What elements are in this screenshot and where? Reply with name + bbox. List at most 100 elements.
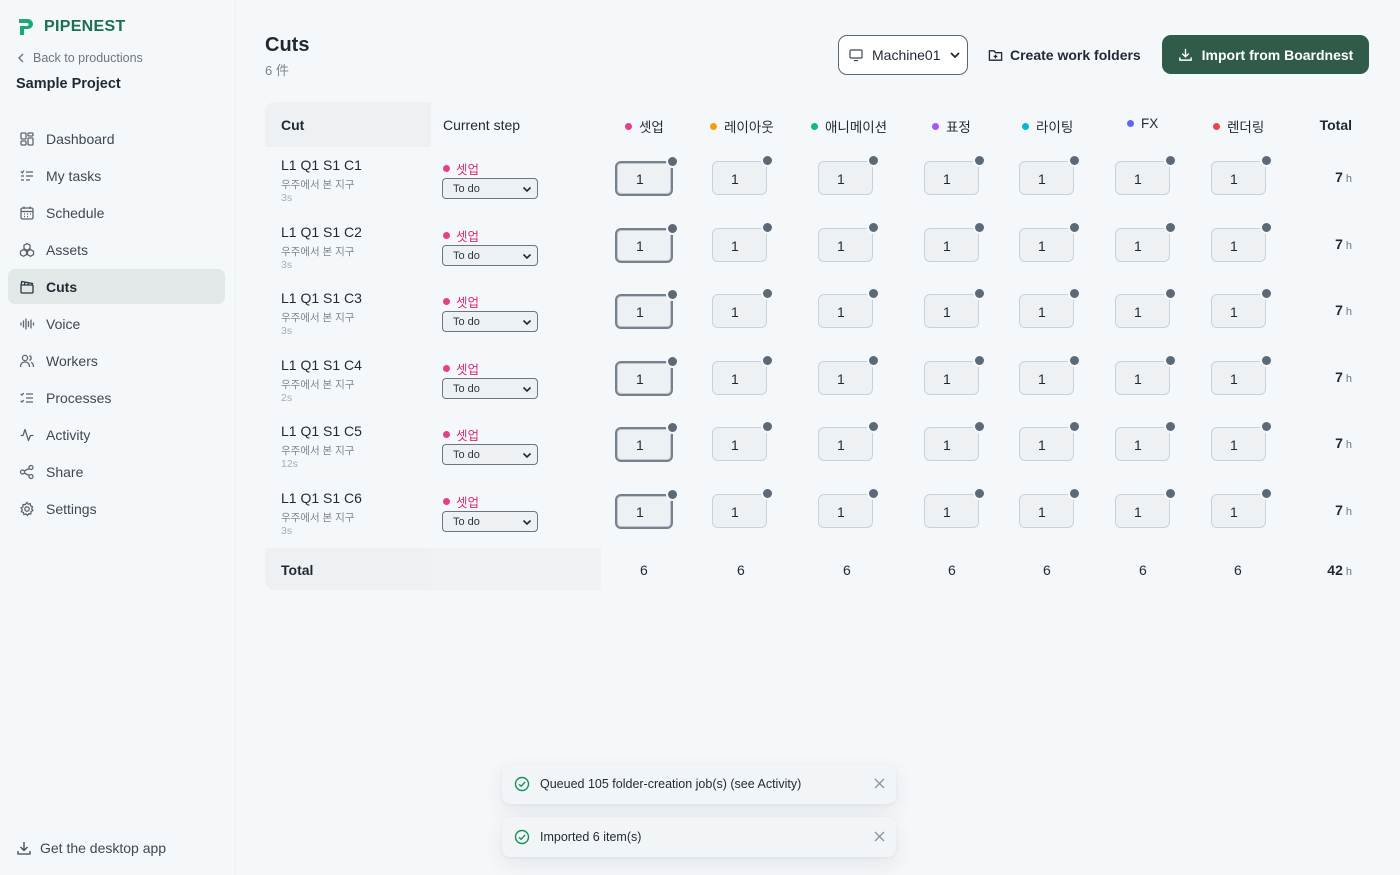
assignee-dot[interactable]: [867, 154, 880, 167]
sidebar-item-settings[interactable]: Settings: [8, 491, 225, 526]
step-hours-input[interactable]: 1: [1115, 154, 1177, 195]
assignee-dot[interactable]: [973, 420, 986, 433]
sidebar-item-my-tasks[interactable]: My tasks: [8, 158, 225, 193]
assignee-dot[interactable]: [1068, 220, 1081, 234]
app-logo[interactable]: PIPENEST: [16, 17, 126, 37]
cut-name[interactable]: L1 Q1 S1 C5: [281, 423, 362, 439]
assignee-dot[interactable]: [1068, 154, 1081, 167]
step-hours-input[interactable]: 1: [712, 287, 774, 328]
assignee-dot[interactable]: [1068, 287, 1081, 300]
assignee-dot[interactable]: [1164, 420, 1177, 433]
step-hours-input[interactable]: 1: [1019, 154, 1081, 195]
step-hours-input[interactable]: 1: [818, 486, 880, 528]
step-hours-input[interactable]: 1: [615, 221, 679, 263]
sidebar-item-voice[interactable]: Voice: [8, 306, 225, 341]
sidebar-item-cuts[interactable]: Cuts: [8, 269, 225, 304]
step-hours-input[interactable]: 1: [1115, 220, 1177, 262]
assignee-dot[interactable]: [1164, 220, 1177, 234]
step-hours-input[interactable]: 1: [712, 220, 774, 262]
assignee-dot[interactable]: [867, 486, 880, 500]
assignee-dot[interactable]: [973, 287, 986, 300]
assignee-dot[interactable]: [1164, 486, 1177, 500]
assignee-dot[interactable]: [666, 288, 679, 301]
import-from-boardnest-button[interactable]: Import from Boardnest: [1162, 35, 1369, 74]
step-hours-input[interactable]: 1: [712, 486, 774, 528]
assignee-dot[interactable]: [666, 221, 679, 235]
close-icon[interactable]: [874, 778, 885, 789]
assignee-dot[interactable]: [867, 420, 880, 433]
assignee-dot[interactable]: [666, 421, 679, 434]
assignee-dot[interactable]: [1068, 353, 1081, 367]
step-hours-input[interactable]: 1: [818, 287, 880, 328]
assignee-dot[interactable]: [867, 287, 880, 300]
step-hours-input[interactable]: 1: [1019, 420, 1081, 461]
sidebar-item-workers[interactable]: Workers: [8, 343, 225, 378]
step-hours-input[interactable]: 1: [818, 420, 880, 461]
assignee-dot[interactable]: [1164, 154, 1177, 167]
create-work-folders-button[interactable]: Create work folders: [988, 44, 1141, 66]
step-hours-input[interactable]: 1: [818, 353, 880, 395]
cut-name[interactable]: L1 Q1 S1 C3: [281, 290, 362, 306]
cut-name[interactable]: L1 Q1 S1 C4: [281, 357, 362, 373]
step-hours-input[interactable]: 1: [1211, 287, 1273, 328]
assignee-dot[interactable]: [666, 155, 679, 168]
step-hours-input[interactable]: 1: [1211, 154, 1273, 195]
status-select[interactable]: To do: [442, 178, 538, 199]
step-hours-input[interactable]: 1: [615, 421, 679, 462]
assignee-dot[interactable]: [666, 487, 679, 501]
assignee-dot[interactable]: [1260, 220, 1273, 234]
step-hours-input[interactable]: 1: [1019, 353, 1081, 395]
cut-name[interactable]: L1 Q1 S1 C6: [281, 490, 362, 506]
step-hours-input[interactable]: 1: [924, 154, 986, 195]
assignee-dot[interactable]: [973, 220, 986, 234]
step-hours-input[interactable]: 1: [1115, 287, 1177, 328]
step-hours-input[interactable]: 1: [1115, 353, 1177, 395]
status-select[interactable]: To do: [442, 510, 538, 532]
status-select[interactable]: To do: [442, 311, 538, 332]
machine-select[interactable]: Machine01: [838, 35, 968, 75]
step-hours-input[interactable]: 1: [712, 420, 774, 461]
assignee-dot[interactable]: [973, 486, 986, 500]
step-hours-input[interactable]: 1: [1211, 220, 1273, 262]
assignee-dot[interactable]: [666, 354, 679, 368]
sidebar-item-dashboard[interactable]: Dashboard: [8, 121, 225, 156]
cut-name[interactable]: L1 Q1 S1 C2: [281, 224, 362, 240]
step-hours-input[interactable]: 1: [1115, 486, 1177, 528]
assignee-dot[interactable]: [1260, 154, 1273, 167]
step-hours-input[interactable]: 1: [615, 487, 679, 529]
step-hours-input[interactable]: 1: [924, 287, 986, 328]
step-hours-input[interactable]: 1: [615, 354, 679, 396]
step-hours-input[interactable]: 1: [1019, 486, 1081, 528]
assignee-dot[interactable]: [1260, 486, 1273, 500]
assignee-dot[interactable]: [761, 287, 774, 300]
step-hours-input[interactable]: 1: [924, 220, 986, 262]
sidebar-item-activity[interactable]: Activity: [8, 417, 225, 452]
sidebar-item-assets[interactable]: Assets: [8, 232, 225, 267]
assignee-dot[interactable]: [867, 353, 880, 367]
assignee-dot[interactable]: [1260, 353, 1273, 367]
step-hours-input[interactable]: 1: [712, 353, 774, 395]
close-icon[interactable]: [874, 831, 885, 842]
assignee-dot[interactable]: [761, 220, 774, 234]
step-hours-input[interactable]: 1: [1211, 353, 1273, 395]
assignee-dot[interactable]: [1260, 420, 1273, 433]
assignee-dot[interactable]: [1260, 287, 1273, 300]
cut-name[interactable]: L1 Q1 S1 C1: [281, 157, 362, 173]
get-desktop-app-link[interactable]: Get the desktop app: [16, 840, 166, 856]
step-hours-input[interactable]: 1: [818, 220, 880, 262]
status-select[interactable]: To do: [442, 244, 538, 266]
status-select[interactable]: To do: [442, 377, 538, 399]
back-to-productions-link[interactable]: Back to productions: [17, 51, 143, 65]
step-hours-input[interactable]: 1: [1019, 287, 1081, 328]
step-hours-input[interactable]: 1: [1115, 420, 1177, 461]
assignee-dot[interactable]: [1164, 287, 1177, 300]
step-hours-input[interactable]: 1: [615, 155, 679, 196]
assignee-dot[interactable]: [1068, 486, 1081, 500]
step-hours-input[interactable]: 1: [1211, 486, 1273, 528]
step-hours-input[interactable]: 1: [615, 288, 679, 329]
sidebar-item-share[interactable]: Share: [8, 454, 225, 489]
sidebar-item-processes[interactable]: Processes: [8, 380, 225, 415]
step-hours-input[interactable]: 1: [924, 486, 986, 528]
assignee-dot[interactable]: [1068, 420, 1081, 433]
assignee-dot[interactable]: [1164, 353, 1177, 367]
